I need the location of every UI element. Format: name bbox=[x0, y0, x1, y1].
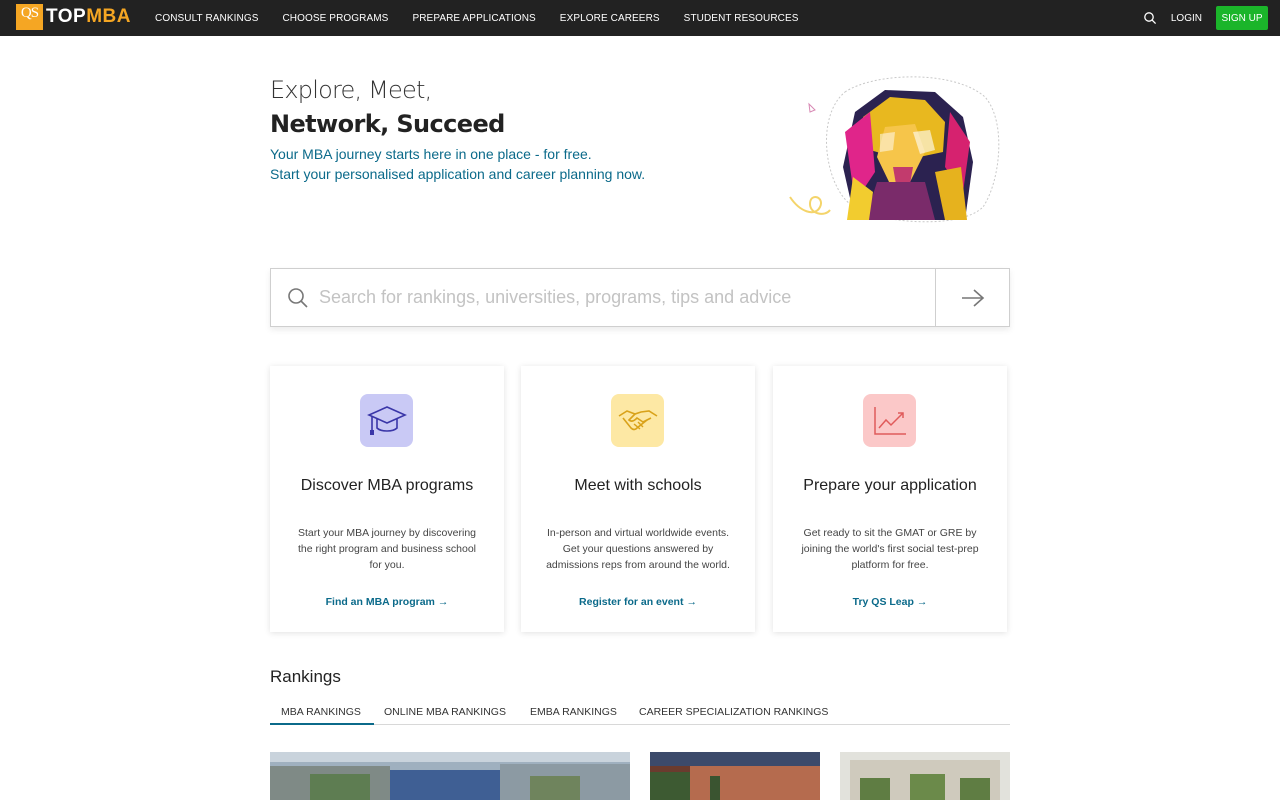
qs-logo-mark: QS bbox=[16, 4, 43, 30]
chart-trend-icon bbox=[873, 406, 906, 435]
main-menu: CONSULT RANKINGS CHOOSE PROGRAMS PREPARE… bbox=[155, 0, 823, 36]
login-link[interactable]: LOGIN bbox=[1171, 13, 1202, 24]
tab-online-mba-rankings[interactable]: ONLINE MBA RANKINGS bbox=[384, 700, 506, 725]
search-icon bbox=[288, 288, 308, 308]
card-icon-container bbox=[611, 394, 664, 447]
card-title: Discover MBA programs bbox=[300, 477, 474, 494]
top-navigation: QS TOPMBA CONSULT RANKINGS CHOOSE PROGRA… bbox=[0, 0, 1280, 36]
hero-heading-line1: Explore, Meet, bbox=[270, 76, 432, 104]
register-event-link[interactable]: Register for an event → bbox=[521, 596, 755, 608]
card-discover-programs: Discover MBA programs Start your MBA jou… bbox=[270, 366, 504, 632]
lion-illustration bbox=[789, 76, 1000, 223]
search-bar bbox=[270, 268, 1010, 327]
logo-wordmark: TOPMBA bbox=[46, 6, 131, 28]
ranking-thumbnail-image[interactable] bbox=[840, 752, 1010, 800]
try-qs-leap-link[interactable]: Try QS Leap → bbox=[773, 596, 1007, 608]
nav-explore-careers[interactable]: EXPLORE CAREERS bbox=[560, 13, 660, 24]
search-submit-button[interactable] bbox=[935, 269, 1009, 326]
card-description: Start your MBA journey by discovering th… bbox=[297, 527, 477, 571]
hero-heading-line2: Network, Succeed bbox=[270, 110, 505, 138]
search-input[interactable] bbox=[319, 269, 929, 326]
topmba-logo[interactable]: QS TOPMBA bbox=[16, 4, 131, 30]
search-icon[interactable] bbox=[1143, 11, 1157, 25]
nav-student-resources[interactable]: STUDENT RESOURCES bbox=[684, 13, 799, 24]
ranking-thumbnail-image[interactable] bbox=[650, 752, 820, 800]
nav-choose-programs[interactable]: CHOOSE PROGRAMS bbox=[282, 13, 388, 24]
card-prepare-application: Prepare your application Get ready to si… bbox=[773, 366, 1007, 632]
handshake-icon bbox=[618, 409, 657, 430]
card-title: Prepare your application bbox=[803, 477, 977, 494]
tab-emba-rankings[interactable]: EMBA RANKINGS bbox=[530, 700, 617, 725]
logo-top-text: TOP bbox=[46, 6, 87, 27]
card-description: In-person and virtual worldwide events. … bbox=[546, 527, 730, 571]
rankings-tabs: MBA RANKINGS ONLINE MBA RANKINGS EMBA RA… bbox=[270, 700, 1010, 725]
link-label: Register for an event bbox=[579, 596, 684, 608]
nav-actions: LOGIN SIGN UP bbox=[1143, 5, 1268, 31]
hero-subtitle-line2: Start your personalised application and … bbox=[270, 166, 646, 182]
signup-button[interactable]: SIGN UP bbox=[1216, 6, 1268, 30]
nav-prepare-applications[interactable]: PREPARE APPLICATIONS bbox=[412, 13, 535, 24]
card-description: Get ready to sit the GMAT or GRE by join… bbox=[801, 527, 979, 571]
tab-career-specialization-rankings[interactable]: CAREER SPECIALIZATION RANKINGS bbox=[639, 700, 828, 725]
arrow-right-icon bbox=[961, 288, 984, 307]
arrow-right-icon: → bbox=[916, 596, 928, 608]
link-label: Find an MBA program bbox=[325, 596, 435, 608]
arrow-right-icon: → bbox=[686, 596, 697, 608]
card-meet-schools: Meet with schools In-person and virtual … bbox=[521, 366, 755, 632]
link-label: Try QS Leap bbox=[852, 596, 914, 608]
card-icon-container bbox=[863, 394, 916, 447]
hero-subtitle-line1: Your MBA journey starts here in one plac… bbox=[270, 146, 592, 162]
card-title: Meet with schools bbox=[574, 477, 702, 494]
card-icon-container bbox=[360, 394, 413, 447]
rankings-heading: Rankings bbox=[270, 667, 341, 686]
arrow-right-icon: → bbox=[437, 596, 449, 608]
logo-mba-text: MBA bbox=[86, 6, 131, 27]
ranking-thumbnail-image[interactable] bbox=[270, 752, 630, 800]
nav-consult-rankings[interactable]: CONSULT RANKINGS bbox=[155, 13, 258, 24]
find-mba-program-link[interactable]: Find an MBA program → bbox=[270, 596, 504, 608]
graduation-cap-icon bbox=[366, 405, 407, 435]
tab-mba-rankings[interactable]: MBA RANKINGS bbox=[270, 700, 374, 725]
